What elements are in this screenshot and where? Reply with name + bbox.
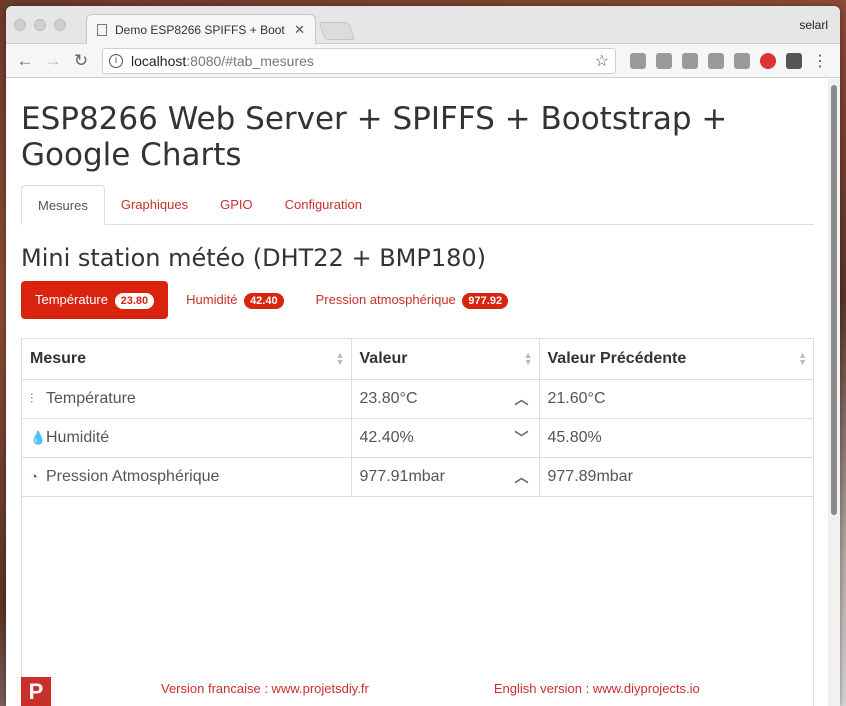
address-bar[interactable]: i localhost:8080/#tab_mesures ☆: [102, 47, 616, 74]
measure-cell: 💧Humidité: [22, 418, 352, 458]
close-tab-icon[interactable]: ✕: [294, 22, 305, 38]
new-tab-button[interactable]: [318, 22, 356, 40]
thermometer-icon: ⫶: [30, 390, 34, 406]
sort-icon[interactable]: ▲ ▼: [336, 351, 345, 367]
table-row[interactable]: 💧Humidité 42.40% ﹀ 45.80%: [22, 418, 813, 458]
column-header-valeur[interactable]: Valeur ▲ ▼: [351, 339, 540, 380]
measure-value: 977.91mbar: [359, 467, 445, 485]
pill-temperature[interactable]: Température 23.80: [21, 281, 169, 319]
scrollbar-thumb[interactable]: [831, 85, 837, 515]
evernote-extension-icon[interactable]: [786, 52, 802, 69]
angular-extension-icon[interactable]: [630, 52, 646, 69]
window-controls: [14, 19, 66, 31]
browser-tab[interactable]: Demo ESP8266 SPIFFS + Boot ✕: [86, 14, 316, 44]
trend-down-icon: ﹀: [514, 429, 529, 446]
measure-cell: ◔ Pression Atmosphérique: [22, 457, 352, 497]
previous-cell: 977.89mbar: [539, 457, 813, 497]
extension-icon[interactable]: [682, 52, 698, 69]
table-row[interactable]: ⫶ Température 23.80°C ︿ 21.60°C: [22, 379, 813, 419]
gauge-icon: ◔: [30, 468, 38, 484]
english-version-link[interactable]: English version : www.diyprojects.io: [494, 681, 700, 696]
section-title: Mini station météo (DHT22 + BMP180): [21, 244, 487, 272]
value-cell: 977.91mbar ︿: [351, 457, 540, 497]
header-label: Mesure: [30, 349, 87, 367]
vertical-scrollbar[interactable]: [828, 79, 840, 706]
previous-cell: 21.60°C: [539, 379, 813, 419]
sort-icon[interactable]: ▲ ▼: [524, 351, 533, 367]
page-title: ESP8266 Web Server + SPIFFS + Bootstrap …: [21, 101, 728, 173]
pinterest-extension-icon[interactable]: [760, 52, 776, 69]
minimize-window-button[interactable]: [34, 19, 46, 31]
forward-icon[interactable]: →: [42, 51, 64, 71]
french-version-link[interactable]: Version francaise : www.projetsdiy.fr: [161, 681, 369, 696]
pill-badge: 23.80: [114, 293, 155, 309]
extension-icons: [630, 52, 802, 69]
projetsdiy-logo[interactable]: P: [21, 677, 51, 706]
angular-extension-icon[interactable]: [708, 52, 724, 69]
previous-value: 45.80%: [547, 428, 602, 446]
value-cell: 23.80°C ︿: [351, 379, 540, 419]
measures-table: Mesure ▲ ▼ Valeur ▲ ▼ Valeur Précédente ▲ ▼ ⫶ T…: [22, 339, 813, 497]
previous-value: 977.89mbar: [547, 467, 633, 485]
bookmark-star-icon[interactable]: ☆: [595, 51, 609, 71]
column-header-mesure[interactable]: Mesure ▲ ▼: [22, 339, 352, 380]
pill-label: Pression atmosphérique: [315, 292, 456, 307]
measure-name: Température: [46, 389, 136, 407]
page-content: ESP8266 Web Server + SPIFFS + Bootstrap …: [6, 79, 828, 706]
trend-up-icon: ︿: [514, 468, 529, 485]
measure-pills: Température 23.80 Humidité 42.40 Pressio…: [21, 281, 814, 319]
measure-name: Pression Atmosphérique: [46, 467, 220, 485]
measures-table-container: Mesure ▲ ▼ Valeur ▲ ▼ Valeur Précédente ▲ ▼ ⫶ T…: [21, 338, 814, 706]
tab-title: Demo ESP8266 SPIFFS + Boot: [115, 22, 285, 37]
value-cell: 42.40% ﹀: [351, 418, 540, 458]
previous-value: 21.60°C: [547, 389, 606, 407]
url-host: localhost: [131, 52, 187, 69]
back-icon[interactable]: ←: [14, 51, 36, 71]
pill-pressure[interactable]: Pression atmosphérique 977.92: [302, 281, 522, 319]
table-row[interactable]: ◔ Pression Atmosphérique 977.91mbar ︿ 977.…: [22, 457, 813, 497]
browser-toolbar: ← → ↻ i localhost:8080/#tab_mesures ☆ ⋮: [6, 44, 840, 78]
title-bar: Demo ESP8266 SPIFFS + Boot ✕ selarl: [6, 6, 840, 44]
column-header-valeur-precedente[interactable]: Valeur Précédente ▲ ▼: [539, 339, 813, 380]
menu-icon[interactable]: ⋮: [812, 51, 828, 71]
nav-tabs: Mesures Graphiques GPIO Configuration: [21, 185, 814, 225]
close-window-button[interactable]: [14, 19, 26, 31]
trend-up-icon: ︿: [514, 390, 529, 407]
previous-cell: 45.80%: [539, 418, 813, 458]
extension-icon[interactable]: [656, 52, 672, 69]
pill-badge: 42.40: [244, 293, 284, 309]
url-path: :8080/#tab_mesures: [186, 52, 314, 69]
maximize-window-button[interactable]: [54, 19, 66, 31]
measure-cell: ⫶ Température: [22, 379, 352, 419]
pill-humidity[interactable]: Humidité 42.40: [172, 281, 297, 319]
tab-configuration[interactable]: Configuration: [269, 185, 378, 224]
measure-value: 23.80°C: [359, 389, 418, 407]
measure-name: Humidité: [46, 428, 110, 446]
tab-graphiques[interactable]: Graphiques: [105, 185, 204, 224]
tab-gpio[interactable]: GPIO: [204, 185, 269, 224]
header-label: Valeur: [359, 349, 408, 367]
pill-label: Humidité: [186, 292, 238, 307]
sort-icon[interactable]: ▲ ▼: [798, 351, 807, 367]
pill-label: Température: [35, 292, 108, 307]
profile-name[interactable]: selarl: [799, 18, 828, 32]
reload-icon[interactable]: ↻: [70, 51, 92, 71]
droplet-icon: 💧: [30, 429, 47, 445]
pill-badge: 977.92: [462, 293, 509, 309]
drive-extension-icon[interactable]: [734, 52, 750, 69]
footer: P Version francaise : www.projetsdiy.fr …: [21, 670, 828, 706]
page-icon: [97, 23, 107, 36]
measure-value: 42.40%: [359, 428, 414, 446]
header-label: Valeur Précédente: [547, 349, 687, 367]
tab-mesures[interactable]: Mesures: [21, 185, 105, 225]
info-icon[interactable]: i: [109, 53, 123, 68]
browser-window: Demo ESP8266 SPIFFS + Boot ✕ selarl ← → …: [6, 6, 840, 706]
